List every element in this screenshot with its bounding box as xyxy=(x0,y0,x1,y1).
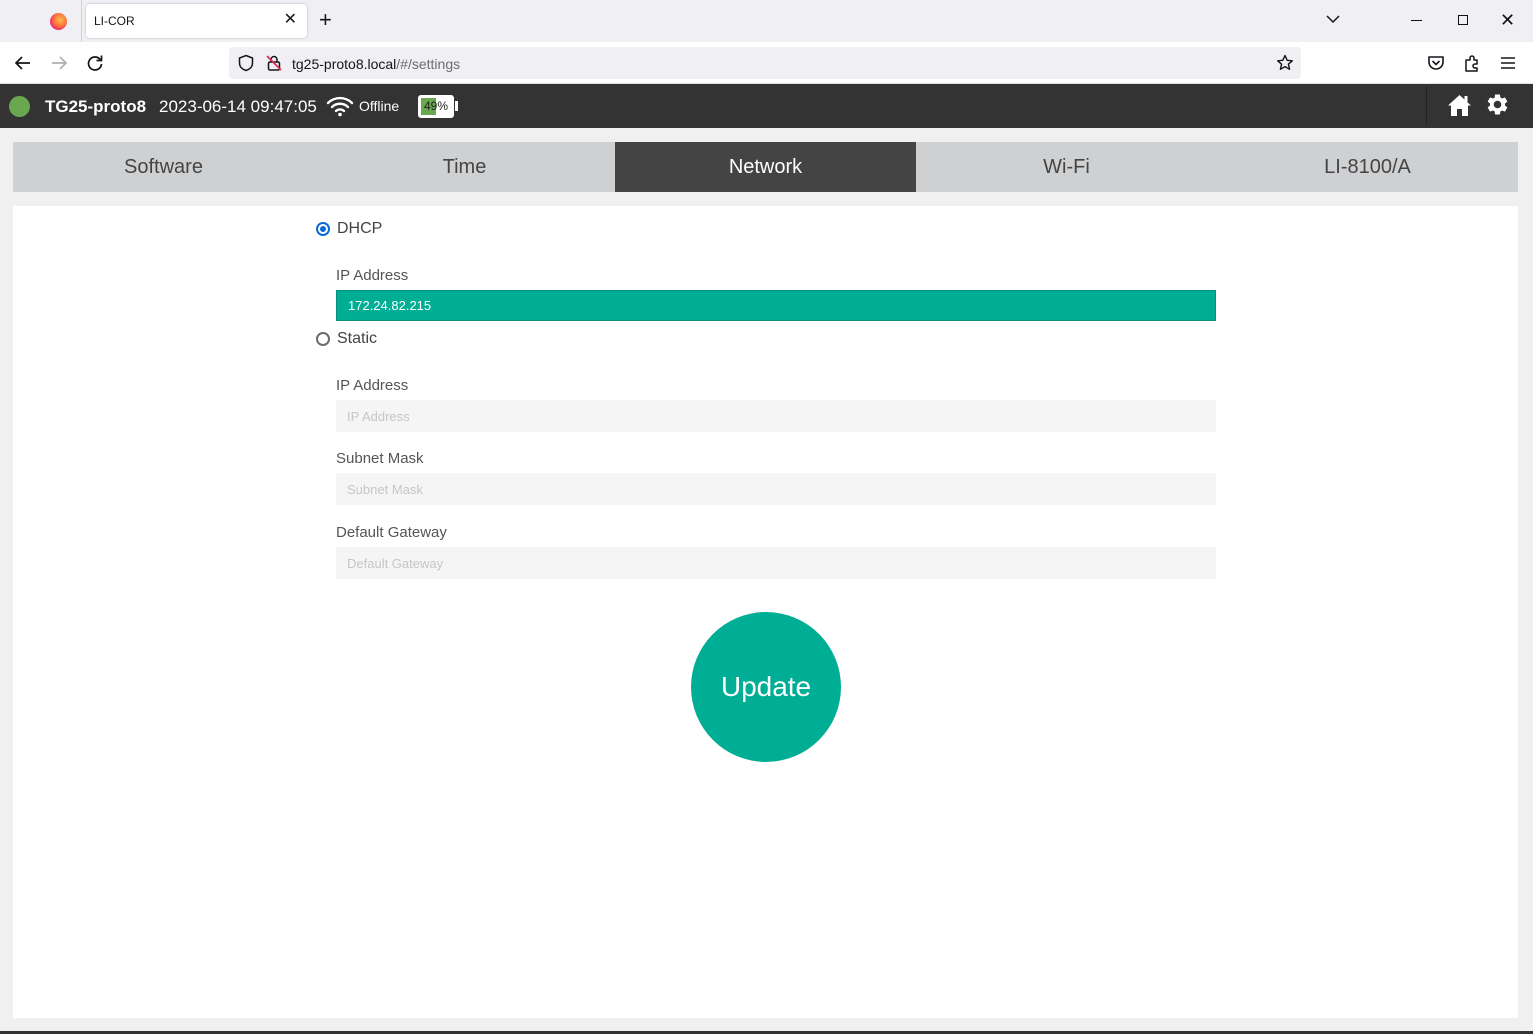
gear-icon[interactable] xyxy=(1485,92,1510,117)
back-arrow-icon[interactable] xyxy=(13,53,33,73)
default-gateway-label: Default Gateway xyxy=(336,524,447,541)
dhcp-ip-field[interactable] xyxy=(336,290,1216,321)
browser-tab-strip: LI-COR ✕ + ✕ xyxy=(0,0,1533,42)
browser-toolbar: tg25-proto8.local/#/settings xyxy=(0,42,1533,84)
tab-li-8100a[interactable]: LI-8100/A xyxy=(1217,142,1518,192)
status-indicator xyxy=(9,96,30,117)
tab-network[interactable]: Network xyxy=(615,142,916,192)
dhcp-radio[interactable] xyxy=(316,222,330,236)
battery-terminal xyxy=(455,101,458,111)
extensions-icon[interactable] xyxy=(1462,53,1482,73)
browser-tab-title: LI-COR xyxy=(94,14,135,28)
tab-time[interactable]: Time xyxy=(314,142,615,192)
battery-percent: 49% xyxy=(423,99,449,113)
firefox-logo-icon xyxy=(50,13,67,30)
menu-icon[interactable] xyxy=(1498,53,1518,73)
dhcp-label[interactable]: DHCP xyxy=(337,220,382,238)
header-divider xyxy=(1426,86,1427,126)
minimize-icon[interactable] xyxy=(1411,20,1422,21)
home-icon[interactable] xyxy=(1447,93,1472,118)
url-text: tg25-proto8.local/#/settings xyxy=(292,56,460,72)
bookmark-star-icon[interactable] xyxy=(1276,54,1294,72)
new-tab-button[interactable]: + xyxy=(319,9,332,31)
tab-wifi[interactable]: Wi-Fi xyxy=(916,142,1217,192)
pocket-icon[interactable] xyxy=(1426,53,1446,73)
close-tab-icon[interactable]: ✕ xyxy=(284,11,297,29)
shield-icon[interactable] xyxy=(237,54,255,72)
dhcp-ip-label: IP Address xyxy=(336,267,409,284)
connection-status: Offline xyxy=(359,98,400,114)
device-datetime: 2023-06-14 09:47:05 xyxy=(159,97,317,116)
wifi-icon xyxy=(326,96,354,117)
device-name: TG25-proto8 xyxy=(45,97,147,116)
address-bar[interactable]: tg25-proto8.local/#/settings xyxy=(229,47,1301,79)
tab-software[interactable]: Software xyxy=(13,142,314,192)
window-close-icon[interactable]: ✕ xyxy=(1500,10,1515,30)
tab-separator xyxy=(81,0,82,42)
subnet-mask-input[interactable] xyxy=(336,473,1216,505)
static-ip-label: IP Address xyxy=(336,377,409,394)
chevron-down-icon[interactable] xyxy=(1325,11,1341,27)
subnet-mask-label: Subnet Mask xyxy=(336,450,424,467)
forward-arrow-icon[interactable] xyxy=(49,53,69,73)
insecure-lock-icon[interactable] xyxy=(265,54,283,72)
url-path: /#/settings xyxy=(396,56,461,72)
maximize-icon[interactable] xyxy=(1458,15,1468,25)
url-host: tg25-proto8.local xyxy=(292,56,397,72)
static-label[interactable]: Static xyxy=(337,330,377,348)
static-radio[interactable] xyxy=(316,332,330,346)
static-ip-input[interactable] xyxy=(336,400,1216,432)
battery-indicator: 49% xyxy=(418,95,454,118)
update-button[interactable]: Update xyxy=(691,612,841,762)
settings-tabs: Software Time Network Wi-Fi LI-8100/A xyxy=(13,142,1518,192)
reload-icon[interactable] xyxy=(85,53,105,73)
default-gateway-input[interactable] xyxy=(336,547,1216,579)
browser-tab[interactable]: LI-COR ✕ xyxy=(86,4,307,38)
